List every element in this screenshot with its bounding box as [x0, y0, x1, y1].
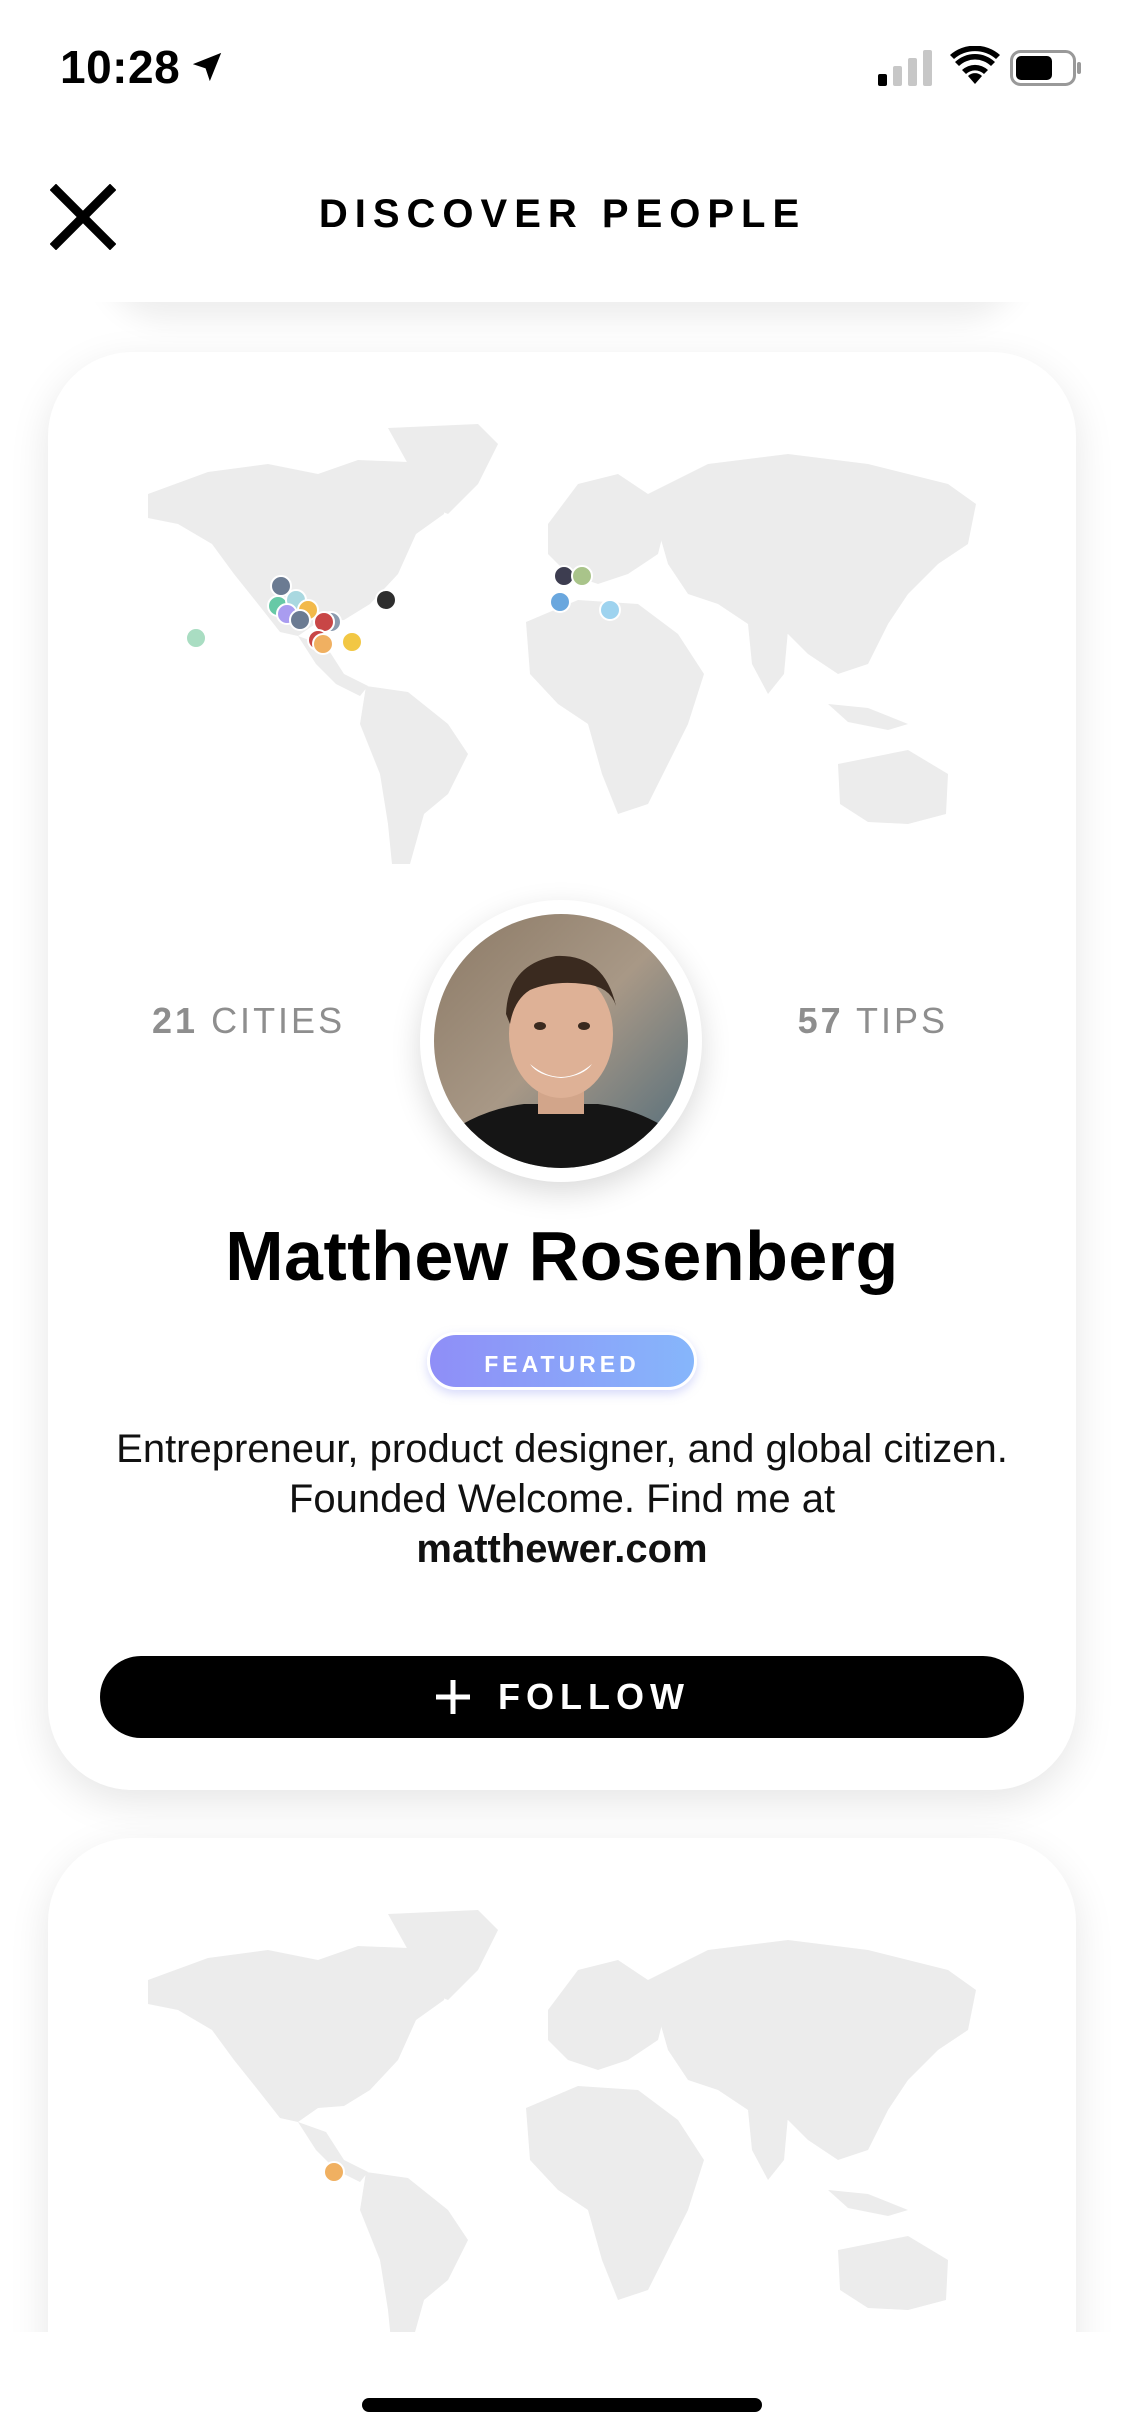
home-indicator[interactable]	[362, 2398, 762, 2412]
featured-badge: FEATURED	[427, 1332, 697, 1390]
bottom-bar	[0, 2332, 1125, 2436]
bio-link[interactable]: matthewer.com	[108, 1524, 1016, 1574]
battery-icon	[1010, 50, 1081, 86]
profile-bio: Entrepreneur, product designer, and glob…	[108, 1424, 1016, 1574]
bio-text: Entrepreneur, product designer, and glob…	[116, 1427, 1008, 1521]
cities-count: 21	[152, 1000, 199, 1041]
avatar[interactable]	[420, 900, 702, 1182]
status-time: 10:28	[60, 41, 181, 93]
follow-label: FOLLOW	[498, 1676, 690, 1717]
profile-card[interactable]: 21 CITIES 57 TIPS Matthew Rosenberg FEAT…	[48, 352, 1076, 1790]
tips-count: 57	[797, 1000, 844, 1041]
page-title: DISCOVER PEOPLE	[318, 192, 807, 236]
wifi-icon	[950, 46, 1000, 84]
world-map	[148, 424, 976, 864]
tips-stat: 57 TIPS	[798, 1000, 948, 1042]
profile-name: Matthew Rosenberg	[225, 1217, 899, 1295]
cities-stat: 21 CITIES	[152, 1000, 345, 1042]
status-bar: 10:28	[0, 0, 1125, 132]
cities-label: CITIES	[211, 1000, 346, 1041]
follow-button[interactable]: FOLLOW	[100, 1656, 1024, 1738]
cellular-signal-icon	[878, 50, 932, 86]
world-map	[148, 1910, 976, 2350]
location-arrow-icon	[192, 52, 222, 82]
profile-photo	[434, 914, 688, 1168]
tips-label: TIPS	[855, 1000, 948, 1041]
header: DISCOVER PEOPLE	[0, 132, 1125, 302]
plus-icon	[436, 1680, 471, 1714]
